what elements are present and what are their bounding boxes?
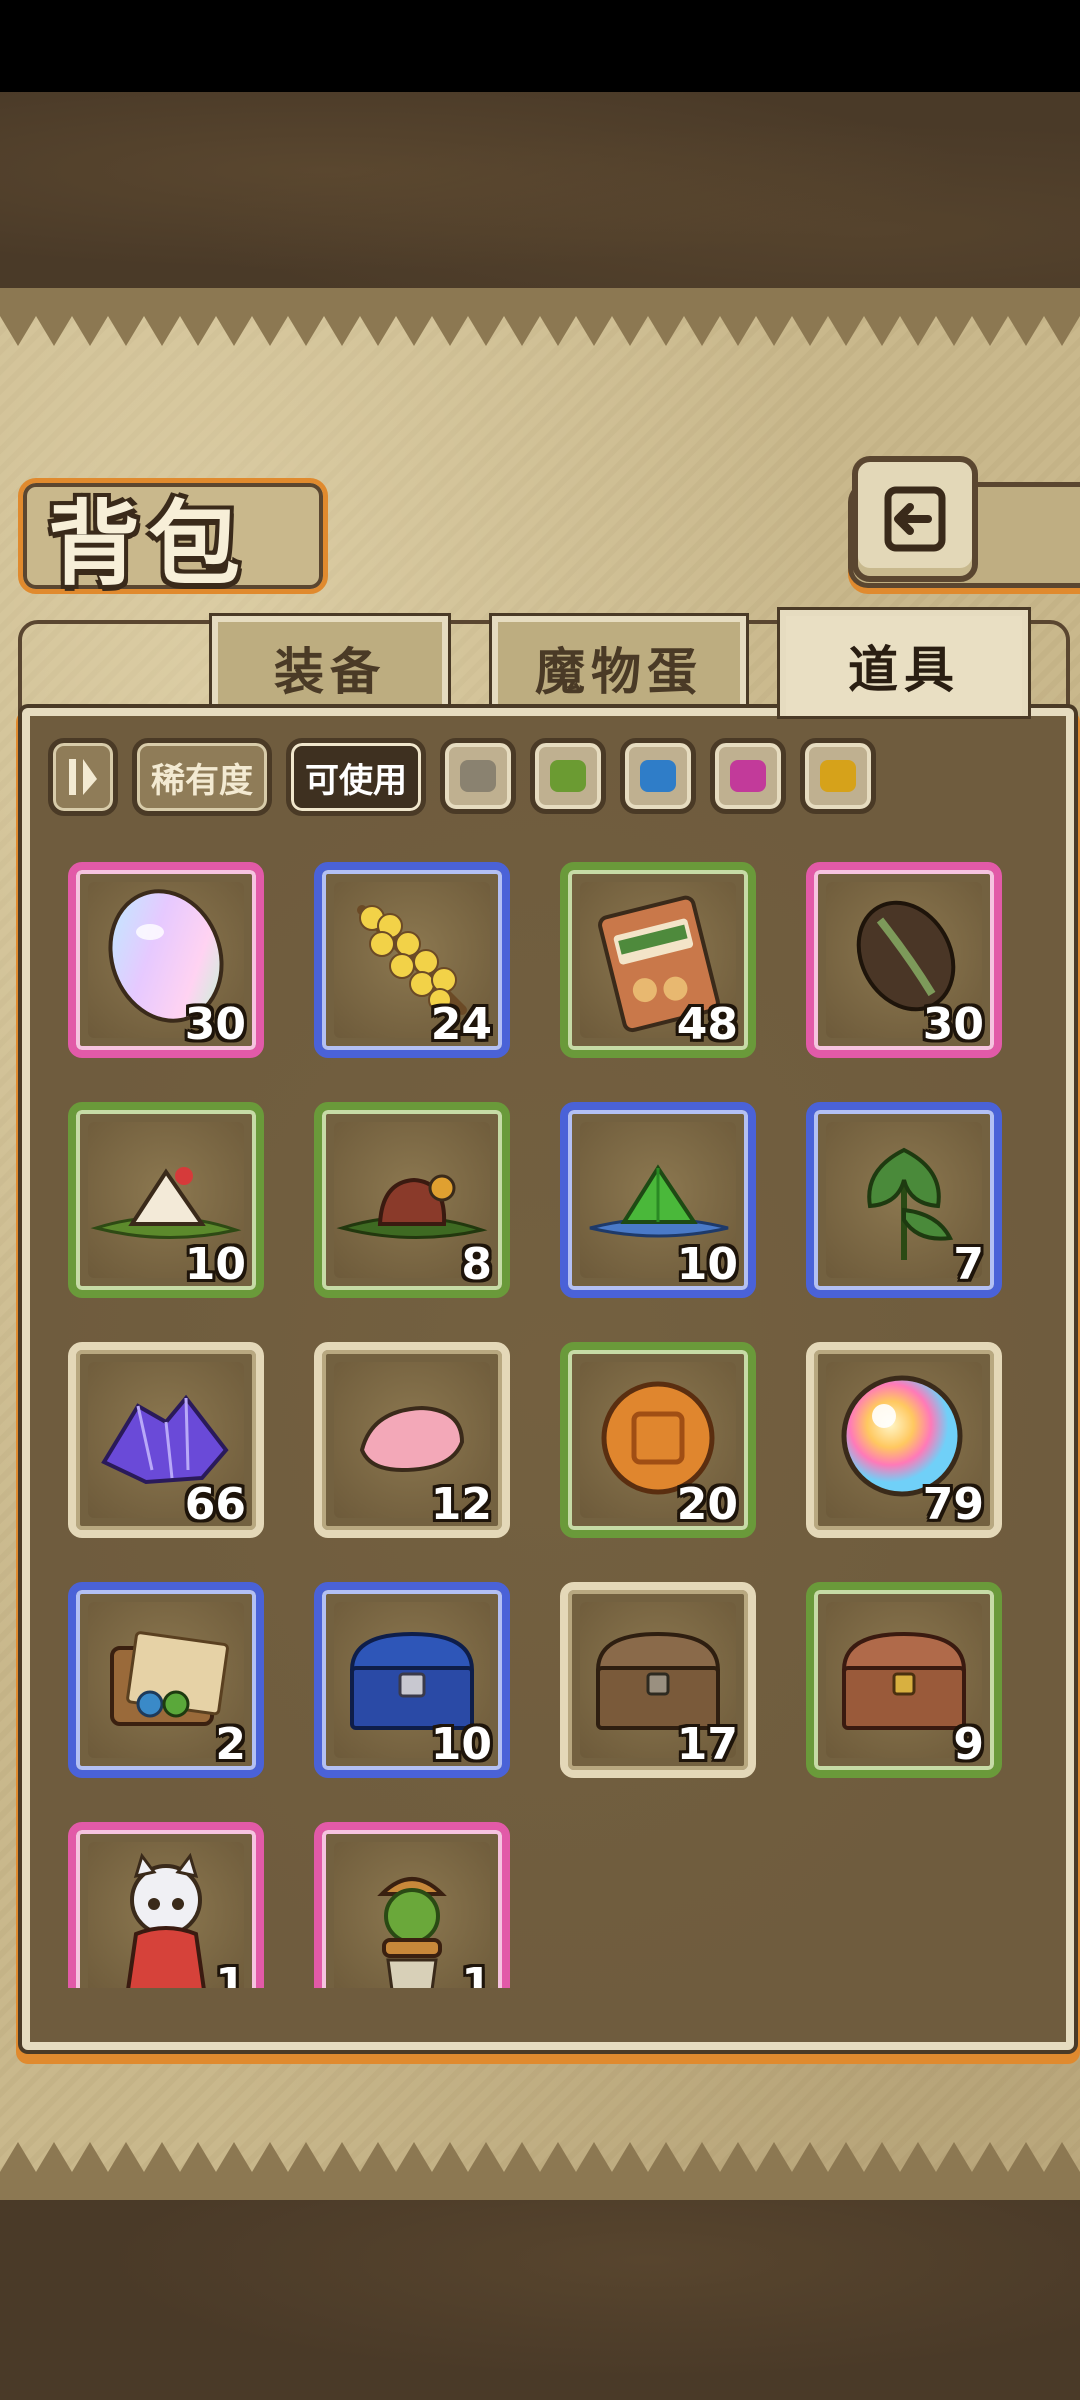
item-slot[interactable]: 24: [314, 862, 510, 1058]
tab-label: 装备: [274, 643, 386, 701]
item-slot[interactable]: 79: [806, 1342, 1002, 1538]
item-count: 12: [430, 1479, 492, 1530]
item-count: 1: [461, 1959, 492, 1988]
item-slot[interactable]: 66: [68, 1342, 264, 1538]
item-slot[interactable]: 9: [806, 1582, 1002, 1778]
zigzag-border-bottom: [0, 2142, 1080, 2200]
item-count: 9: [953, 1719, 984, 1770]
item-slot[interactable]: 20: [560, 1342, 756, 1538]
item-slot[interactable]: 10: [314, 1582, 510, 1778]
filter-row: 稀有度 可使用: [48, 738, 876, 816]
usable-filter-button[interactable]: 可使用: [286, 738, 426, 816]
item-count: 2: [215, 1719, 246, 1770]
item-count: 79: [922, 1479, 984, 1530]
sort-toggle-icon: [69, 759, 97, 795]
item-slot[interactable]: 30: [68, 862, 264, 1058]
item-slot[interactable]: 7: [806, 1102, 1002, 1298]
item-count: 1: [215, 1959, 246, 1988]
rarity-filter-pink[interactable]: [710, 738, 786, 814]
tab-label: 魔物蛋: [535, 643, 703, 701]
rarity-filter-blue[interactable]: [620, 738, 696, 814]
zigzag-border-top: [0, 288, 1080, 346]
status-bar: [0, 0, 1080, 92]
item-slot[interactable]: 10: [68, 1102, 264, 1298]
tab-items[interactable]: 道具: [780, 610, 1028, 716]
back-button[interactable]: [852, 456, 978, 582]
item-count: 10: [430, 1719, 492, 1770]
item-count: 7: [953, 1239, 984, 1290]
item-slot[interactable]: 2: [68, 1582, 264, 1778]
page-title: 背包: [48, 491, 249, 598]
rarity-filter-yellow[interactable]: [800, 738, 876, 814]
item-count: 48: [676, 999, 738, 1050]
rarity-filter-green[interactable]: [530, 738, 606, 814]
item-count: 30: [184, 999, 246, 1050]
item-count: 66: [184, 1479, 246, 1530]
item-count: 10: [676, 1239, 738, 1290]
rarity-filter-grey[interactable]: [440, 738, 516, 814]
item-slot[interactable]: 17: [560, 1582, 756, 1778]
item-slot[interactable]: 12: [314, 1342, 510, 1538]
map-background-top: [0, 92, 1080, 288]
item-slot[interactable]: 10: [560, 1102, 756, 1298]
item-count: 10: [184, 1239, 246, 1290]
item-count: 24: [430, 999, 492, 1050]
item-slot[interactable]: 1: [314, 1822, 510, 1988]
item-slot[interactable]: 1: [68, 1822, 264, 1988]
sort-toggle-button[interactable]: [48, 738, 118, 816]
item-slot[interactable]: 8: [314, 1102, 510, 1298]
tab-monster-eggs[interactable]: 魔物蛋: [492, 616, 746, 714]
tab-equipment[interactable]: 装备: [212, 616, 448, 714]
item-count: 8: [461, 1239, 492, 1290]
item-count: 17: [676, 1719, 738, 1770]
item-grid: 30 24 48 30 10 8 10 7 66 12 20 79 2 10 1…: [30, 840, 1050, 1988]
map-background-bottom: [0, 2200, 1080, 2400]
item-count: 20: [676, 1479, 738, 1530]
rarity-sort-button[interactable]: 稀有度: [132, 738, 272, 816]
back-arrow-icon: [884, 486, 946, 552]
tab-label: 道具: [848, 641, 960, 699]
item-slot[interactable]: 30: [806, 862, 1002, 1058]
item-count: 30: [922, 999, 984, 1050]
item-slot[interactable]: 48: [560, 862, 756, 1058]
